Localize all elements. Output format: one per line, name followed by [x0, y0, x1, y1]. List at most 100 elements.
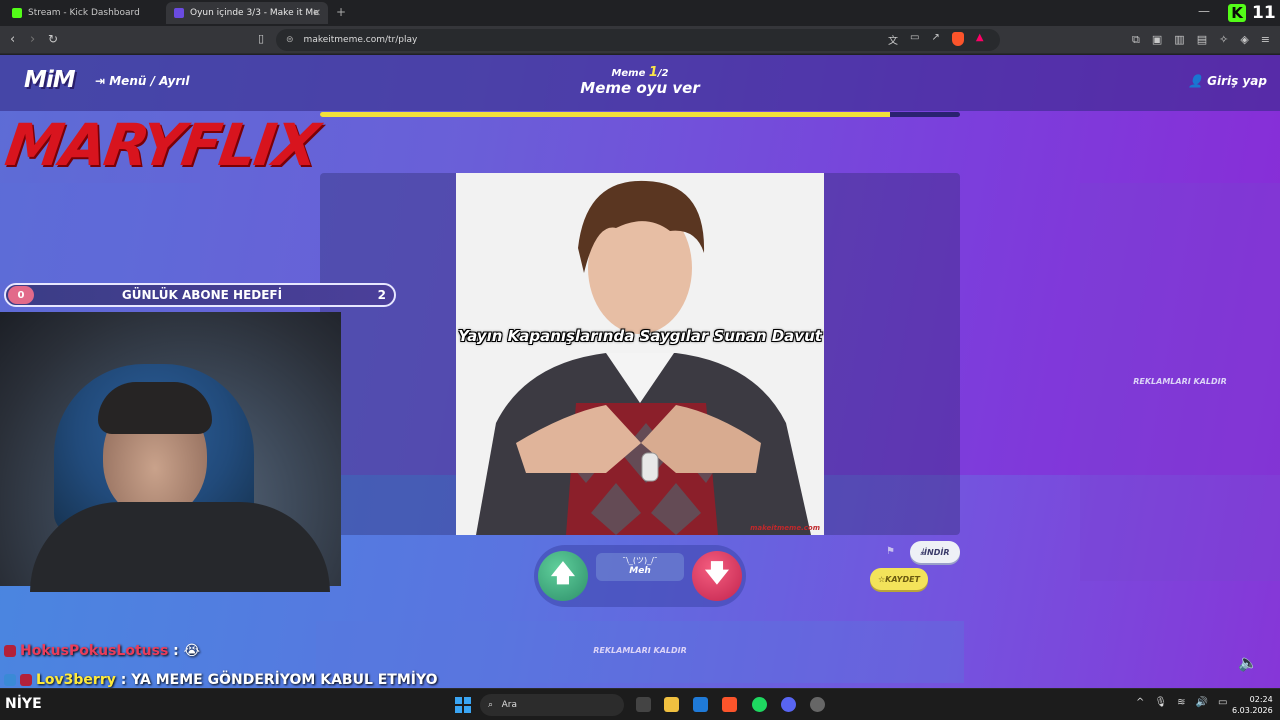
volume-icon[interactable]: 🔊: [1195, 697, 1207, 708]
vpn-icon[interactable]: ◈: [1240, 33, 1248, 47]
chat-separator: :: [168, 643, 184, 659]
brave-shields-icon[interactable]: [951, 32, 964, 46]
page-title: Meme oyu ver: [580, 79, 700, 97]
remove-ads-bottom-link[interactable]: REKLAMLARI KALDIR: [540, 646, 740, 655]
sub-goal-bar: 0 GÜNLÜK ABONE HEDEFİ 2: [4, 283, 396, 307]
download-label: İNDİR: [924, 547, 950, 557]
chat-separator: :: [115, 672, 132, 688]
taskbar: NİYE ⌕ Ara ^ 🎙 ≋ 🔊 ▭ 02:24 6.03.2026: [0, 688, 1280, 720]
tray-chevron-icon[interactable]: ^: [1136, 697, 1144, 708]
clock-time: 02:24: [1249, 695, 1273, 704]
round-timer-bar: [320, 112, 960, 117]
webcam-feed: [0, 312, 341, 592]
obs-icon[interactable]: [810, 697, 825, 712]
search-placeholder: Ara: [501, 700, 517, 710]
extensions-icon[interactable]: ⧉: [1132, 33, 1140, 47]
menu-icon[interactable]: ≡: [1261, 33, 1270, 47]
downvote-button[interactable]: 🡇: [692, 551, 742, 601]
microphone-icon[interactable]: 🎙: [1154, 697, 1167, 708]
vote-controls: 🡅 ¯\_(ツ)_/¯ Meh 🡇: [534, 545, 746, 607]
kick-logo-icon: K: [1228, 4, 1246, 22]
chat-badge-icon: [4, 674, 16, 686]
tab-makeitmeme[interactable]: Oyun içinde 3/3 - Make it Me ✕: [166, 2, 328, 24]
sidebar-icon[interactable]: ▥: [1174, 33, 1184, 47]
chat-message: HokusPokusLotuss : 😭: [4, 643, 200, 659]
outlook-icon[interactable]: [693, 697, 708, 712]
taskbar-search[interactable]: ⌕ Ara: [480, 694, 624, 716]
new-tab-icon[interactable]: +: [336, 5, 346, 19]
clock-date: 6.03.2026: [1232, 706, 1273, 715]
kick-favicon-icon: [12, 8, 22, 18]
exit-icon: ⇥: [95, 74, 110, 88]
speaker-icon[interactable]: 🔈: [1238, 653, 1258, 672]
shrug-emoticon: ¯\_(ツ)_/¯: [622, 556, 658, 565]
reload-icon[interactable]: ↻: [48, 32, 58, 46]
windows-start-icon[interactable]: [455, 697, 471, 713]
mim-logo[interactable]: MiM: [24, 67, 76, 93]
meme-current: 1: [648, 65, 658, 80]
chat-badge-icon: [4, 645, 16, 657]
meh-button[interactable]: ¯\_(ツ)_/¯ Meh: [596, 553, 684, 581]
report-flag-icon[interactable]: ⚑: [886, 546, 895, 557]
chat-message: Lov3berry : YA MEME GÖNDERİYOM KABUL ETM…: [4, 672, 438, 688]
screenshot-icon[interactable]: ▣: [1152, 33, 1162, 47]
user-icon: 👤: [1188, 74, 1208, 88]
cast-icon[interactable]: ▭: [910, 32, 919, 47]
login-button[interactable]: 👤 Giriş yap: [1188, 74, 1267, 88]
file-explorer-icon[interactable]: [664, 697, 679, 712]
upvote-button[interactable]: 🡅: [538, 551, 588, 601]
star-icon: ☆: [878, 574, 886, 584]
browser-toolbar-icons: ⧉ ▣ ▥ ▤ ✧ ◈ ≡: [1132, 33, 1270, 47]
chat-text: 😭: [183, 643, 201, 659]
maryflix-logo: MARYFLIX: [1, 111, 322, 179]
brave-rewards-icon[interactable]: ▲: [976, 32, 984, 47]
overlay-caption: NİYE: [5, 696, 42, 712]
meh-label: Meh: [629, 566, 651, 576]
kick-badge: K 11: [1228, 1, 1280, 25]
download-button[interactable]: ⤓ İNDİR: [910, 541, 960, 563]
login-label: Giriş yap: [1207, 74, 1267, 88]
chat-badge-icon: [20, 674, 32, 686]
save-button[interactable]: ☆ KAYDET: [870, 568, 928, 590]
goal-target: 2: [377, 288, 386, 302]
goal-label: GÜNLÜK ABONE HEDEFİ: [121, 288, 283, 302]
discord-icon[interactable]: [781, 697, 796, 712]
streamer-hair: [98, 382, 212, 434]
battery-icon[interactable]: ▭: [1218, 697, 1227, 708]
omnibox-actions: 文 ▭ ↗ ▲: [888, 32, 984, 47]
arrow-up-icon: 🡅: [550, 558, 576, 587]
save-label: KAYDET: [885, 574, 920, 584]
forward-icon[interactable]: ›: [30, 32, 35, 47]
meme-photo-illustration: [456, 173, 824, 535]
game-page: MiM ⇥ Menü / Ayrıl Meme 1/2 Meme oyu ver…: [0, 55, 1280, 688]
tab-strip: Stream - Kick Dashboard Oyun içinde 3/3 …: [0, 0, 1280, 26]
remove-ads-side-link[interactable]: REKLAMLARI KALDIR: [1090, 377, 1270, 386]
tab-title: Oyun içinde 3/3 - Make it Me: [190, 8, 319, 18]
url-text: makeitmeme.com/tr/play: [303, 35, 418, 45]
search-icon: ⌕: [488, 700, 502, 710]
leo-ai-icon[interactable]: ✧: [1219, 33, 1228, 47]
system-tray: ^ 🎙 ≋ 🔊 ▭: [1136, 697, 1227, 708]
wallet-icon[interactable]: ▤: [1197, 33, 1207, 47]
bookmark-icon[interactable]: ▯: [258, 32, 264, 45]
chat-username: HokusPokusLotuss: [20, 643, 169, 659]
system-clock[interactable]: 02:24 6.03.2026: [1232, 694, 1273, 716]
brave-browser-icon[interactable]: [722, 697, 737, 712]
translate-icon[interactable]: 文: [888, 32, 898, 47]
streamer-body: [30, 502, 330, 592]
meme-counter: Meme 1/2: [540, 65, 740, 80]
minimize-icon[interactable]: —: [1198, 4, 1210, 18]
menu-leave-label: Menü / Ayrıl: [109, 74, 190, 88]
back-icon[interactable]: ‹: [10, 32, 15, 47]
spotify-icon[interactable]: [752, 697, 767, 712]
task-view-icon[interactable]: [636, 697, 651, 712]
close-tab-icon[interactable]: ✕: [313, 8, 321, 19]
share-icon[interactable]: ↗: [931, 32, 939, 47]
wifi-icon[interactable]: ≋: [1177, 697, 1185, 708]
meme-caption: Yayın Kapanışlarında Saygılar Sunan Davu…: [458, 327, 822, 345]
site-info-icon[interactable]: ⊜: [286, 35, 294, 45]
meme-watermark: makeitmeme.com: [750, 524, 820, 532]
menu-leave-link[interactable]: ⇥ Menü / Ayrıl: [95, 74, 190, 88]
tab-kick-dashboard[interactable]: Stream - Kick Dashboard: [4, 2, 164, 24]
arrow-down-icon: 🡇: [704, 558, 730, 587]
